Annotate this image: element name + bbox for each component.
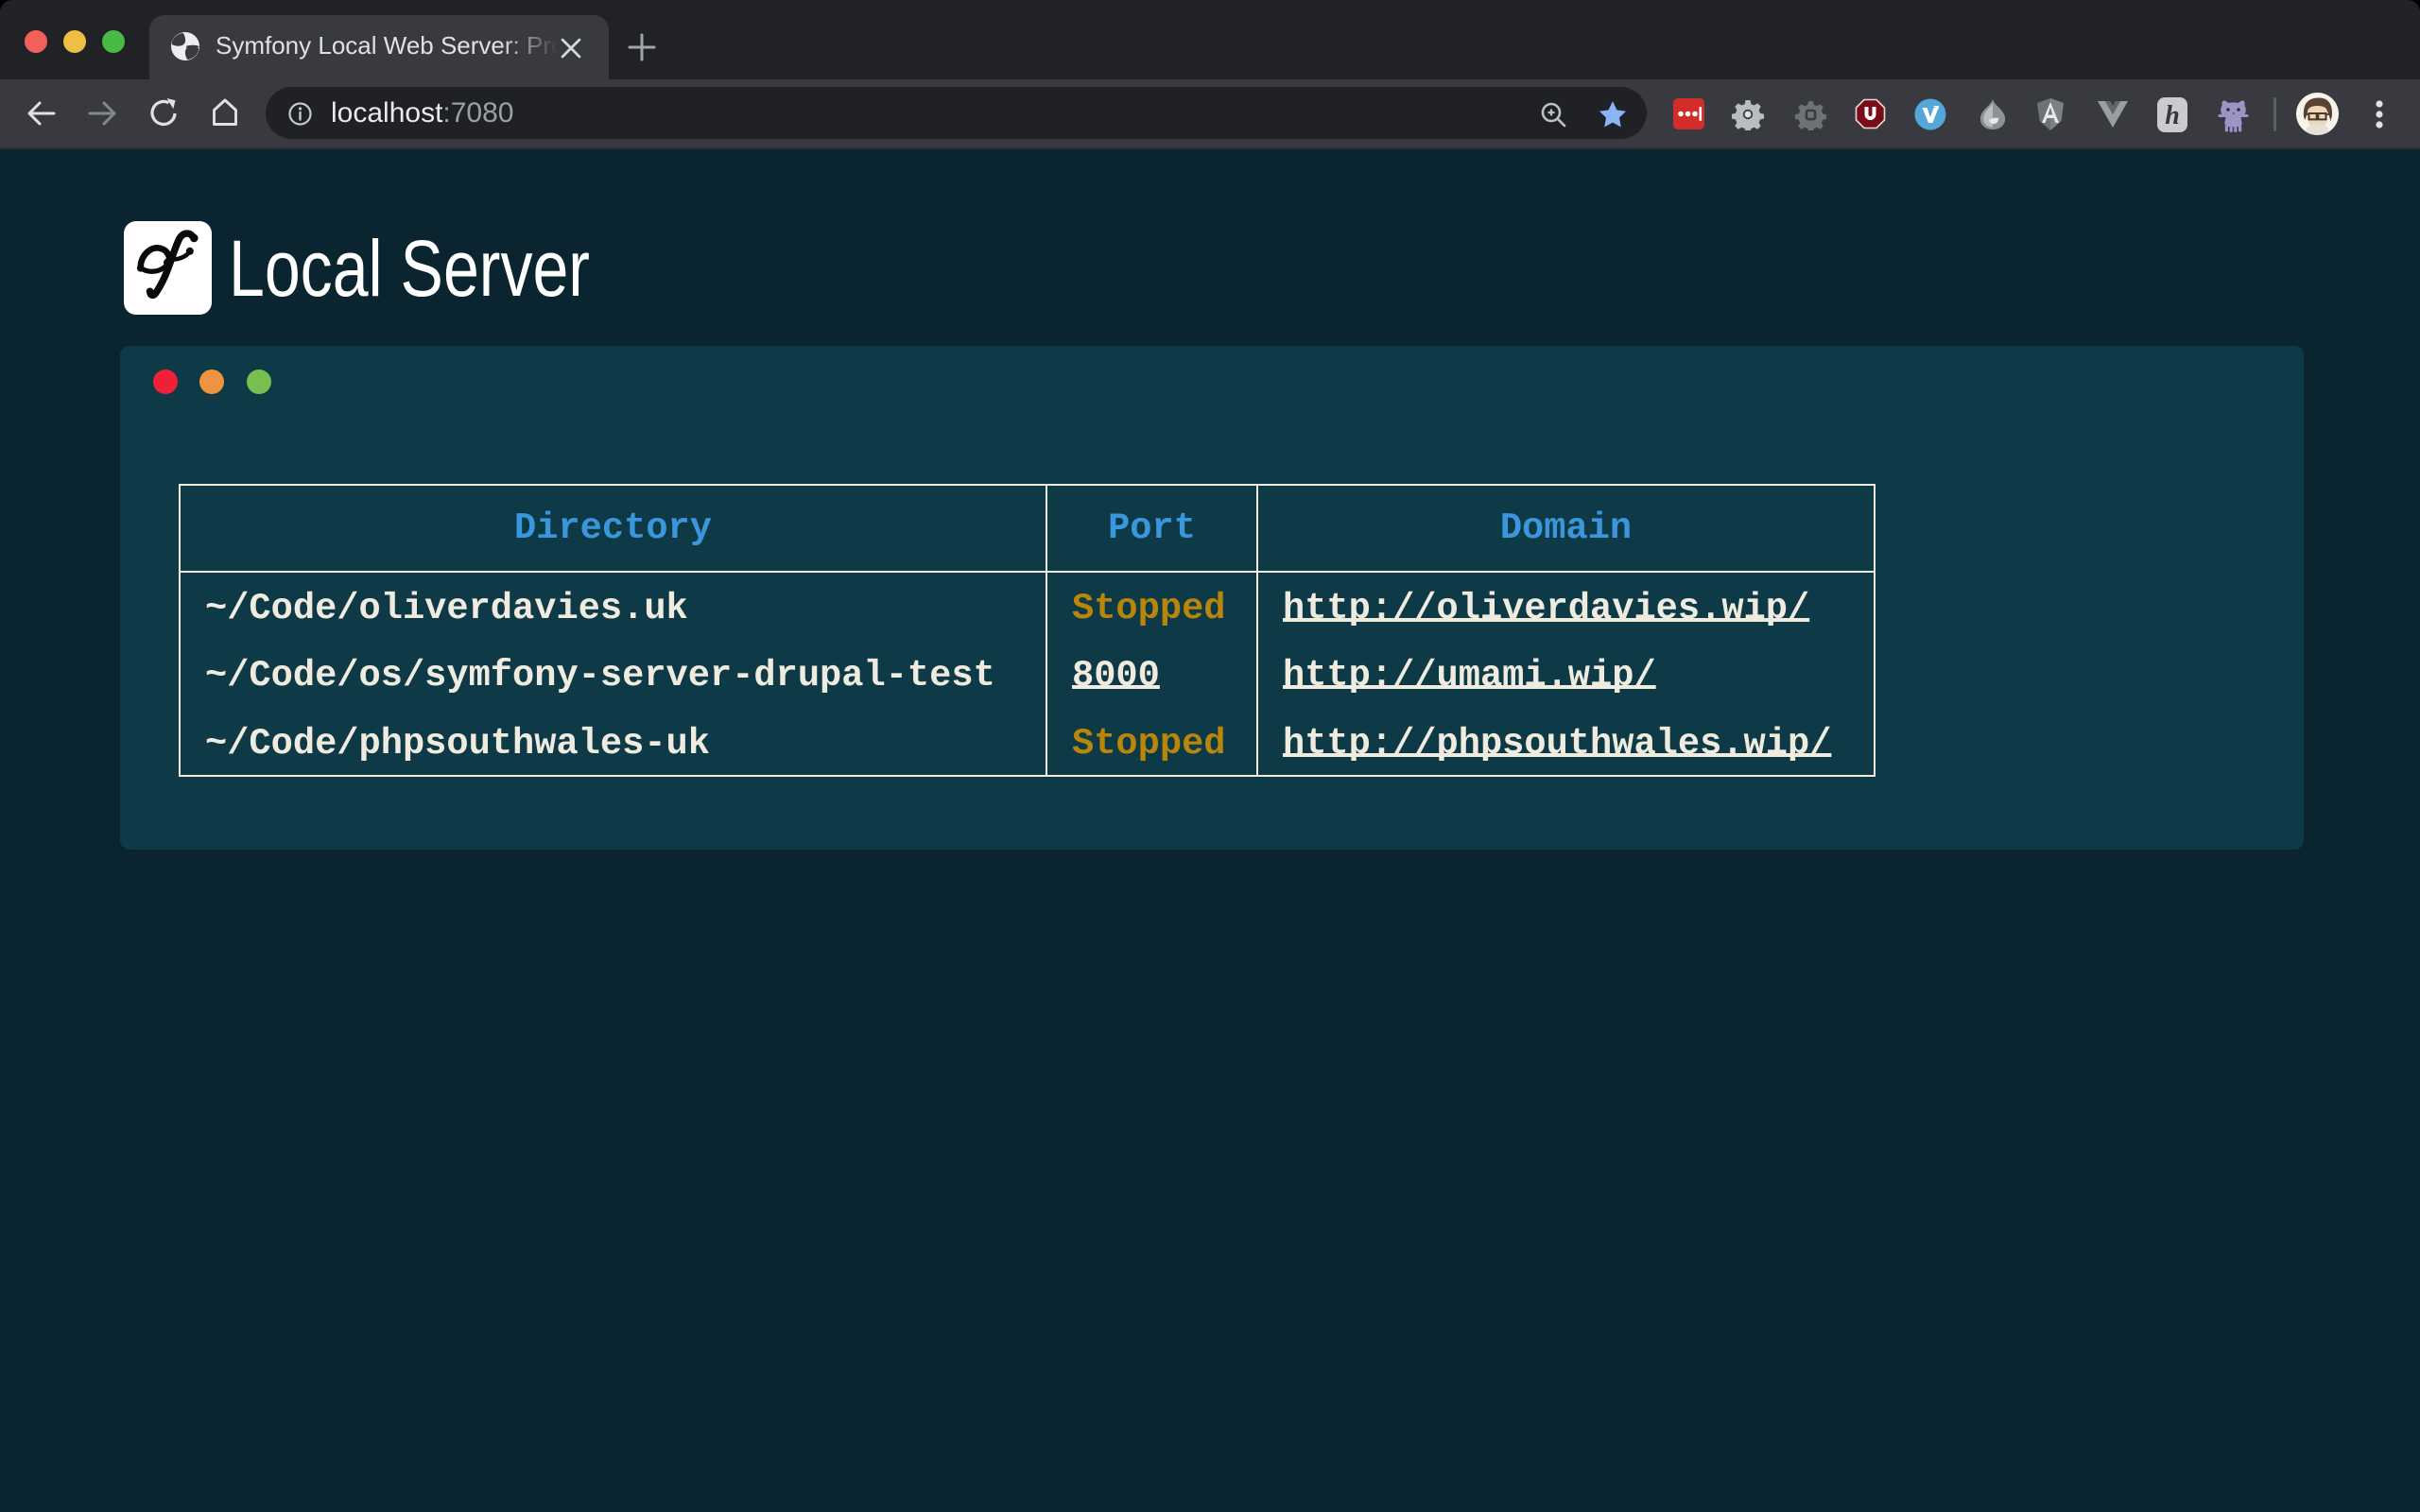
svg-text:h: h xyxy=(2165,101,2180,130)
